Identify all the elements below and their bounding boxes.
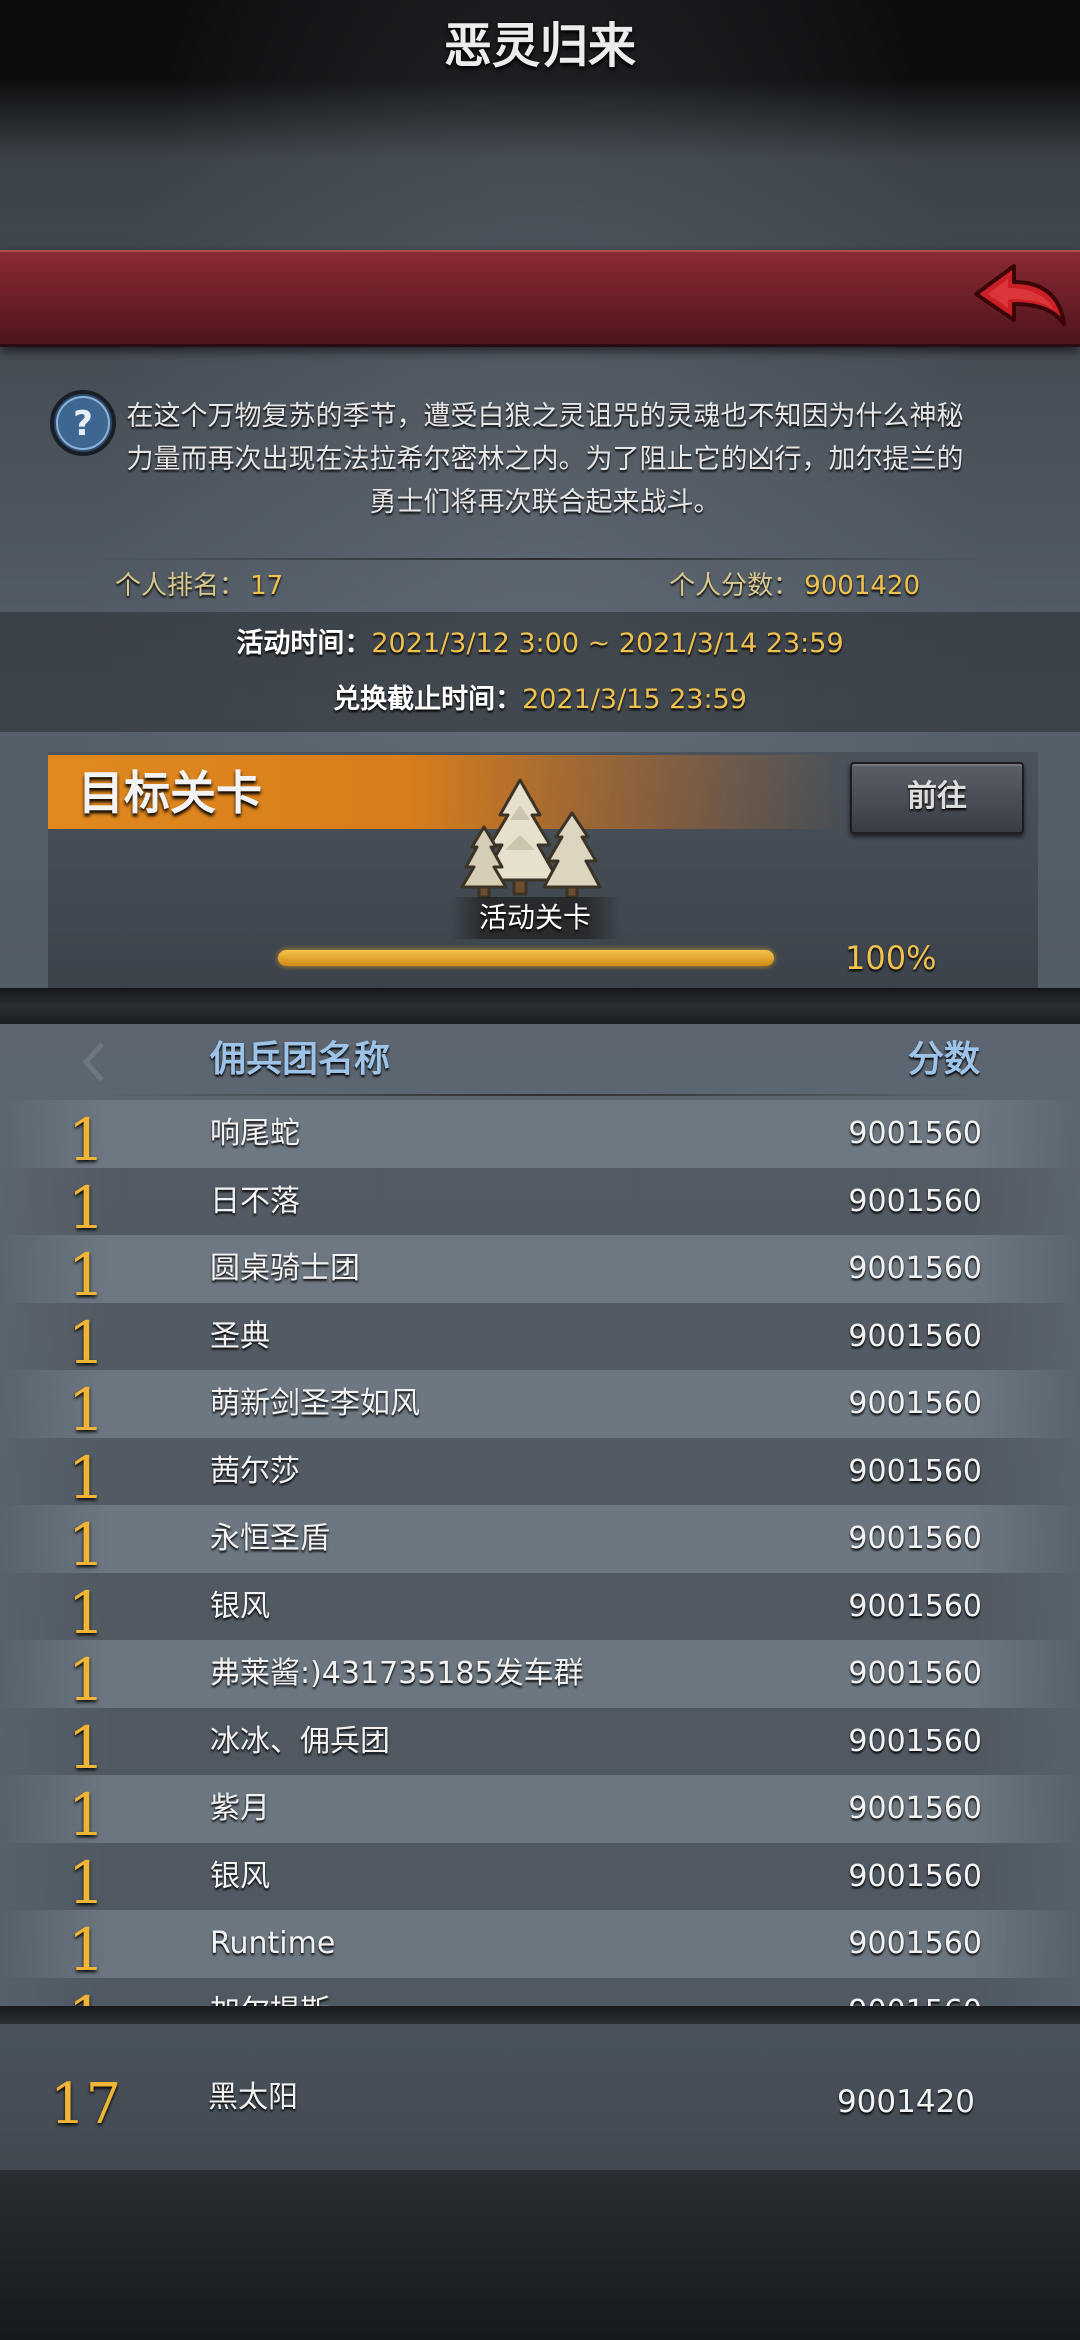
row-rank: 1: [68, 1578, 105, 1647]
personal-score-value: 9001420: [804, 571, 920, 601]
row-guild-name: 紫月: [210, 1791, 270, 1826]
table-row[interactable]: 1 茜尔莎 9001560: [0, 1437, 1080, 1512]
row-score: 9001560: [848, 1791, 982, 1826]
row-score: 9001560: [848, 1588, 982, 1624]
table-row[interactable]: 1 圣典 9001560: [0, 1302, 1080, 1377]
table-row[interactable]: 1 弗莱酱:)431735185发车群 9001560: [0, 1640, 1080, 1714]
chevron-left-icon: [82, 1042, 104, 1082]
row-score: 9001560: [848, 1723, 982, 1759]
row-rank: 1: [68, 1781, 105, 1849]
exchange-deadline-label: 兑换截止时间：: [333, 684, 523, 715]
row-guild-name: Runtime: [210, 1926, 336, 1961]
table-row[interactable]: 1 萌新剑圣李如风 9001560: [0, 1370, 1080, 1444]
row-score: 9001560: [848, 1251, 982, 1286]
row-score: 9001560: [848, 1926, 982, 1961]
column-header-name: 佣兵团名称: [210, 1039, 391, 1080]
event-stage-label: 活动关卡: [478, 901, 591, 934]
progress-percent: 100%: [845, 939, 937, 977]
event-time-label: 活动时间：: [236, 628, 372, 659]
personal-rank-label: 个人排名：: [115, 571, 246, 601]
page-title: 恶灵归来: [443, 18, 636, 74]
row-guild-name: 响尾蛇: [210, 1116, 300, 1151]
row-rank: 1: [68, 1173, 105, 1242]
exchange-deadline-value: 2021/3/15 23:59: [522, 684, 747, 715]
row-score: 9001560: [848, 1656, 982, 1691]
table-row[interactable]: 1 圆桌骑士团 9001560: [0, 1235, 1080, 1309]
goto-button[interactable]: 前往: [850, 762, 1024, 834]
row-score: 9001560: [848, 1453, 982, 1489]
snowy-trees-icon: [460, 778, 602, 899]
row-rank: 1: [68, 1646, 105, 1714]
event-stage-button[interactable]: [450, 775, 610, 905]
table-row[interactable]: 1 响尾蛇 9001560: [0, 1100, 1080, 1174]
row-rank: 1: [68, 1308, 105, 1377]
table-row[interactable]: 1 银风 9001560: [0, 1572, 1080, 1647]
table-row[interactable]: 1 Runtime 9001560: [0, 1910, 1080, 1984]
table-row[interactable]: 1 加尔提斯 9001560: [0, 1977, 1080, 2007]
row-rank: 1: [68, 1848, 105, 1917]
row-guild-name: 萌新剑圣李如风: [210, 1386, 420, 1421]
divider: [90, 558, 990, 560]
exchange-deadline: 兑换截止时间：2021/3/15 23:59: [0, 680, 1080, 720]
row-score: 9001560: [848, 1858, 982, 1894]
question-mark-icon: ?: [50, 390, 116, 456]
row-guild-name: 永恒圣盾: [210, 1521, 330, 1556]
personal-score: 个人分数： 9001420: [669, 566, 920, 606]
row-guild-name: 银风: [210, 1588, 270, 1624]
row-score: 9001560: [848, 1318, 982, 1354]
row-score: 9001560: [848, 1116, 982, 1151]
panel-separator: [0, 988, 1080, 1024]
help-button[interactable]: ?: [48, 388, 118, 458]
event-time-value: 2021/3/12 3:00 ~ 2021/3/14 23:59: [371, 628, 844, 659]
row-rank: 1: [68, 1916, 105, 1984]
row-guild-name: 冰冰、佣兵团: [210, 1723, 390, 1759]
row-score: 9001560: [848, 1978, 982, 2007]
row-guild-name: 加尔提斯: [210, 1978, 330, 2007]
row-rank: 1: [68, 1511, 105, 1579]
progress-fill: [278, 950, 774, 966]
table-bottom-border: [0, 2006, 1080, 2024]
row-rank: 1: [68, 1713, 105, 1782]
table-row[interactable]: 1 冰冰、佣兵团 9001560: [0, 1707, 1080, 1782]
my-score: 9001420: [836, 2084, 975, 2120]
personal-rank: 个人排名： 17: [115, 566, 283, 606]
table-row[interactable]: 1 日不落 9001560: [0, 1167, 1080, 1242]
row-score: 9001560: [848, 1521, 982, 1556]
row-rank: 1: [68, 1376, 105, 1444]
column-header-score: 分数: [907, 1039, 980, 1080]
row-guild-name: 茜尔莎: [210, 1453, 300, 1489]
my-rank: 17: [50, 2072, 122, 2137]
row-score: 9001560: [848, 1183, 982, 1219]
table-row[interactable]: 1 银风 9001560: [0, 1842, 1080, 1917]
row-rank: 1: [68, 1241, 105, 1309]
row-rank: 1: [68, 1978, 105, 2007]
row-guild-name: 弗莱酱:)431735185发车群: [210, 1656, 584, 1691]
back-arrow-icon: [974, 264, 1066, 326]
row-rank: 1: [68, 1106, 105, 1174]
event-description: 在这个万物复苏的季节，遭受白狼之灵诅咒的灵魂也不知因为什么神秘力量而再次出现在法…: [126, 401, 964, 518]
target-stage-title: 目标关卡: [78, 766, 262, 820]
back-button[interactable]: [968, 254, 1068, 340]
row-guild-name: 银风: [210, 1858, 270, 1894]
event-time: 活动时间：2021/3/12 3:00 ~ 2021/3/14 23:59: [0, 624, 1080, 664]
row-guild-name: 圆桌骑士团: [210, 1251, 360, 1286]
row-score: 9001560: [848, 1386, 982, 1421]
personal-score-label: 个人分数：: [669, 571, 800, 601]
svg-text:?: ?: [73, 404, 93, 444]
my-guild-name: 黑太阳: [208, 2080, 298, 2115]
ranking-list[interactable]: 1 响尾蛇 9001560 1 日不落 9001560 1 圆桌骑士团 9001560 1 圣典 90…: [0, 1100, 1080, 2006]
table-row[interactable]: 1 紫月 9001560: [0, 1775, 1080, 1849]
row-guild-name: 圣典: [210, 1318, 270, 1354]
title-banner: [0, 250, 1080, 347]
row-rank: 1: [68, 1443, 105, 1512]
row-guild-name: 日不落: [210, 1183, 300, 1219]
header-divider: [90, 1094, 990, 1096]
personal-rank-value: 17: [250, 571, 284, 601]
table-row[interactable]: 1 永恒圣盾 9001560: [0, 1505, 1080, 1579]
